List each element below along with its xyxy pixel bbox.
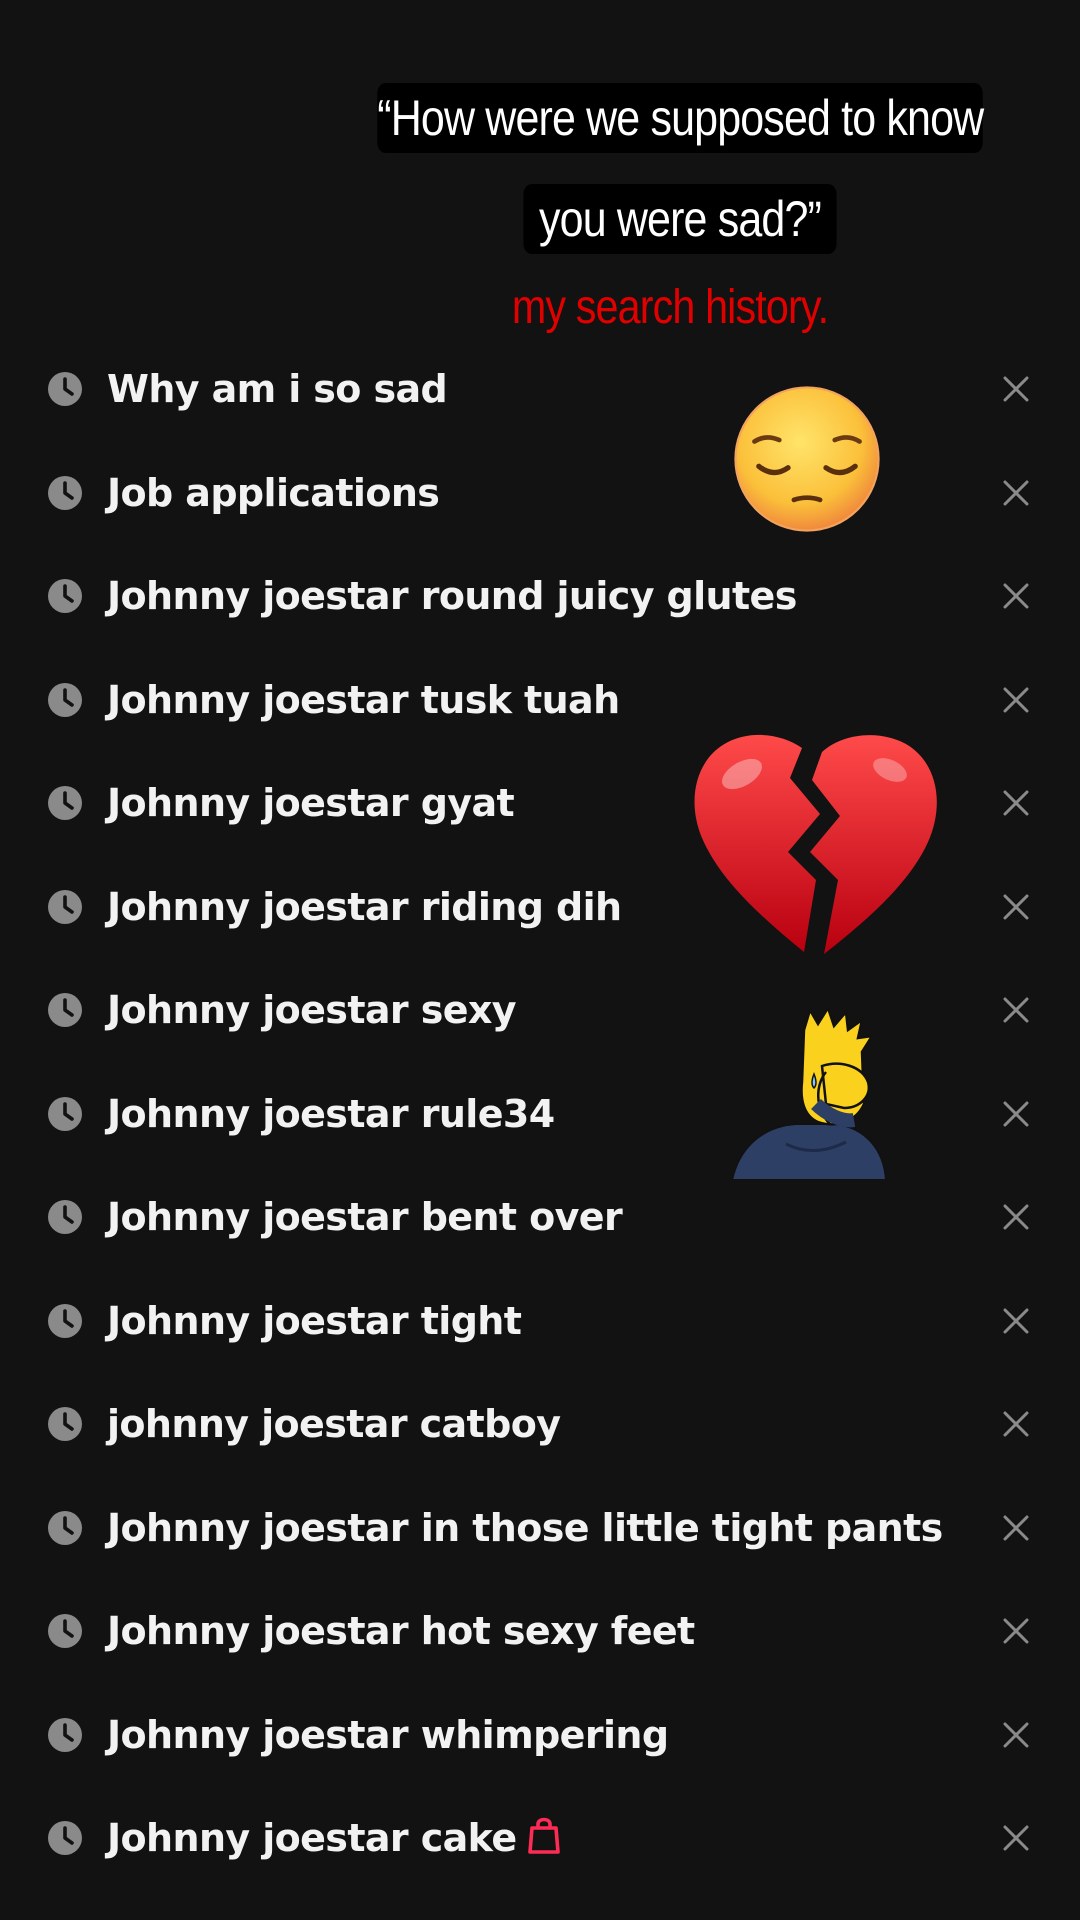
remove-history-button[interactable] — [996, 1508, 1036, 1548]
history-query-text[interactable]: Johnny joestar round juicy glutes — [107, 568, 797, 624]
clock-icon — [46, 1716, 84, 1754]
pensive-face-emoji — [734, 386, 880, 532]
remove-history-button[interactable] — [996, 1715, 1036, 1755]
history-query-label: Johnny joestar tight — [107, 1298, 522, 1343]
history-query-label: Johnny joestar whimpering — [107, 1712, 669, 1757]
history-query-label: Johnny joestar tusk tuah — [107, 677, 620, 722]
clock-icon — [46, 681, 84, 719]
clock-icon — [46, 784, 84, 822]
history-row[interactable]: Why am i so sad — [0, 337, 1080, 441]
remove-history-button[interactable] — [996, 1404, 1036, 1444]
history-row[interactable]: johnny joestar catboy — [0, 1372, 1080, 1476]
history-row[interactable]: Johnny joestar bent over — [0, 1165, 1080, 1269]
remove-history-button[interactable] — [996, 369, 1036, 409]
history-row[interactable]: Johnny joestar rule34 — [0, 1062, 1080, 1166]
clock-icon — [46, 370, 84, 408]
history-query-text[interactable]: Johnny joestar whimpering — [107, 1707, 669, 1763]
remove-history-button[interactable] — [996, 1301, 1036, 1341]
clock-icon — [46, 1509, 84, 1547]
remove-history-button[interactable] — [996, 473, 1036, 513]
history-query-label: Job applications — [107, 470, 440, 515]
close-icon — [996, 480, 1036, 517]
close-icon — [996, 1722, 1036, 1759]
remove-history-button[interactable] — [996, 887, 1036, 927]
history-row[interactable]: Johnny joestar hot sexy feet — [0, 1579, 1080, 1683]
history-query-label: Why am i so sad — [107, 367, 448, 411]
history-query-label: Johnny joestar rule34 — [107, 1091, 555, 1136]
clock-icon — [46, 1198, 84, 1236]
close-icon — [996, 1411, 1036, 1448]
crying-cartoon-boy-sticker — [730, 1005, 888, 1180]
close-icon — [996, 687, 1036, 724]
history-query-label: Johnny joestar sexy — [107, 988, 517, 1032]
history-row[interactable]: Johnny joestar whimpering — [0, 1683, 1080, 1787]
close-icon — [996, 1515, 1036, 1552]
history-query-label: johnny joestar catboy — [107, 1402, 561, 1446]
remove-history-button[interactable] — [996, 1094, 1036, 1134]
history-row[interactable]: Johnny joestar sexy — [0, 958, 1080, 1062]
close-icon — [996, 1825, 1036, 1862]
history-query-text[interactable]: Johnny joestar riding dih — [107, 879, 622, 935]
history-query-label: Johnny joestar hot sexy feet — [107, 1609, 695, 1653]
remove-history-button[interactable] — [996, 783, 1036, 823]
history-query-label: Johnny joestar gyat — [107, 781, 515, 825]
remove-history-button[interactable] — [996, 1611, 1036, 1651]
clock-icon — [46, 1095, 84, 1133]
clock-icon — [46, 1405, 84, 1443]
history-query-label: Johnny joestar in those little tight pan… — [107, 1505, 943, 1550]
history-query-label: Johnny joestar riding dih — [107, 884, 622, 929]
history-row[interactable]: Job applications — [0, 441, 1080, 545]
remove-history-button[interactable] — [996, 680, 1036, 720]
history-query-text[interactable]: Johnny joestar bent over — [107, 1189, 623, 1245]
broken-heart-emoji — [694, 734, 937, 954]
close-icon — [996, 997, 1036, 1034]
caption-line-2: you were sad?” — [523, 184, 837, 254]
close-icon — [996, 790, 1036, 827]
history-query-label: Johnny joestar round juicy glutes — [107, 574, 797, 618]
history-query-text[interactable]: Job applications — [107, 465, 440, 521]
clock-icon — [46, 1819, 84, 1857]
remove-history-button[interactable] — [996, 576, 1036, 616]
history-query-text[interactable]: Johnny joestar gyat — [107, 775, 515, 831]
history-query-text[interactable]: Johnny joestar tight — [107, 1293, 522, 1349]
remove-history-button[interactable] — [996, 1818, 1036, 1858]
history-query-text[interactable]: Johnny joestar rule34 — [107, 1086, 555, 1142]
history-query-text[interactable]: Johnny joestar in those little tight pan… — [107, 1500, 943, 1556]
history-query-text[interactable]: Why am i so sad — [107, 361, 448, 417]
history-query-text[interactable]: Johnny joestar tusk tuah — [107, 672, 620, 728]
close-icon — [996, 583, 1036, 620]
close-icon — [996, 1204, 1036, 1241]
history-query-text[interactable]: Johnny joestar sexy — [107, 982, 517, 1038]
history-query-text[interactable]: Johnny joestar hot sexy feet — [107, 1603, 695, 1659]
history-row[interactable]: Johnny joestar in those little tight pan… — [0, 1476, 1080, 1580]
history-query-label: Johnny joestar cake — [107, 1816, 517, 1860]
remove-history-button[interactable] — [996, 990, 1036, 1030]
caption-subtitle: my search history. — [511, 281, 829, 334]
history-query-text[interactable]: johnny joestar catboy — [107, 1396, 561, 1452]
close-icon — [996, 1101, 1036, 1138]
clock-icon — [46, 991, 84, 1029]
history-row[interactable]: Johnny joestar cake — [0, 1786, 1080, 1890]
clock-icon — [46, 888, 84, 926]
clock-icon — [46, 577, 84, 615]
history-row[interactable]: Johnny joestar tight — [0, 1269, 1080, 1373]
close-icon — [996, 1308, 1036, 1345]
history-query-text[interactable]: Johnny joestar cake — [107, 1810, 561, 1866]
search-history-list: Why am i so sad Job applications Johnny jo… — [0, 337, 1080, 1890]
remove-history-button[interactable] — [996, 1197, 1036, 1237]
shopping-bag-icon[interactable] — [527, 1814, 561, 1854]
history-row[interactable]: Johnny joestar round juicy glutes — [0, 544, 1080, 648]
clock-icon — [46, 474, 84, 512]
clock-icon — [46, 1612, 84, 1650]
close-icon — [996, 894, 1036, 931]
clock-icon — [46, 1302, 84, 1340]
close-icon — [996, 1618, 1036, 1655]
close-icon — [996, 376, 1036, 413]
history-query-label: Johnny joestar bent over — [107, 1195, 623, 1239]
caption-line-1: “How were we supposed to know — [377, 83, 984, 153]
